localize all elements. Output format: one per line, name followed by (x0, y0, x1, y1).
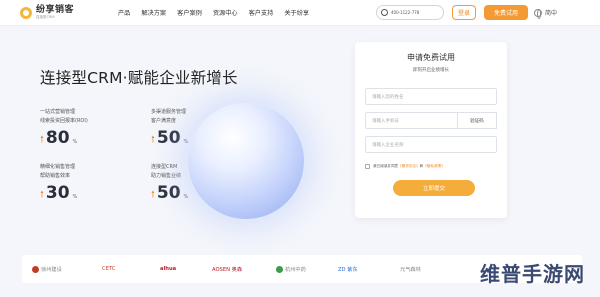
logo-slogan: 连接型CRM (36, 14, 55, 19)
stat-value: 30 (45, 183, 70, 203)
main-nav: 产品 解决方案 客户案例 资源中心 客户支持 关于纷享 (118, 8, 320, 17)
language-label: 简中 (545, 10, 558, 17)
stat-marketing: 一站式营销管理 线索投资回报率(ROI) 🠕 80 % (40, 108, 130, 147)
partner-name: ZD 紫东 (338, 266, 358, 273)
partner-logo: alhua (160, 266, 176, 272)
hero-title: 连接型CRM·赋能企业新增长 (40, 69, 238, 87)
get-code-button[interactable]: 验证码 (457, 112, 497, 129)
partner-logo: AOSEN 奥森 (212, 266, 242, 273)
top-header: 纷享销客 连接型CRM 产品 解决方案 客户案例 资源中心 客户支持 关于纷享 … (0, 0, 600, 26)
partner-name: 杭州中药 (285, 266, 306, 273)
free-trial-button[interactable]: 免费试用 (484, 5, 528, 20)
stat-unit: % (72, 139, 78, 145)
logo-name: 纷享销客 (36, 4, 75, 15)
trial-form: 申请免费试用 即刻开启业绩增长 请输入您的姓名 请输入手机号 验证码 请输入企业… (355, 42, 507, 218)
partner-mark-icon (276, 265, 283, 273)
stat-value: 50 (156, 183, 181, 203)
partner-name: AOSEN 奥森 (212, 266, 243, 273)
partner-logo: 徐州建设 (32, 265, 62, 273)
up-arrow-icon: 🠕 (40, 190, 44, 200)
partner-name: 徐州建设 (41, 266, 62, 273)
stat-line2: 帮助销售效率 (40, 173, 71, 179)
partner-name: 元气森林 (400, 266, 421, 273)
agree-prefix: 我已阅读并同意 (373, 164, 399, 168)
language-switch[interactable]: 简中 (534, 8, 558, 19)
company-input[interactable]: 请输入企业名称 (365, 136, 497, 153)
agree-checkbox[interactable] (365, 164, 370, 169)
phone-icon (381, 9, 388, 16)
partner-name: alhua (160, 266, 177, 272)
hero-sphere-graphic (188, 103, 304, 219)
stat-unit: % (183, 139, 189, 145)
nav-item-products[interactable]: 产品 (118, 8, 130, 17)
phone-input[interactable]: 请输入手机号 (365, 112, 458, 129)
stat-value: 50 (156, 128, 181, 148)
stat-unit: % (183, 194, 189, 200)
partner-logo: 杭州中药 (276, 265, 306, 273)
agreement-text: 我已阅读并同意《服务协议》和《隐私政策》 (373, 164, 445, 169)
stat-sales: 精细化销售管理 帮助销售效率 🠕 30 % (40, 163, 130, 202)
phone-hotline[interactable]: 400-1122-778 (376, 5, 444, 20)
partner-name: CETC (102, 266, 116, 272)
stat-line1: 精细化销售管理 (40, 164, 76, 170)
partner-logo: CETC (102, 266, 115, 272)
agreement-row: 我已阅读并同意《服务协议》和《隐私政策》 (365, 164, 445, 169)
stat-value: 80 (45, 128, 70, 148)
up-arrow-icon: 🠕 (151, 135, 155, 145)
form-title: 申请免费试用 (407, 53, 455, 62)
stat-unit: % (72, 194, 78, 200)
nav-item-about[interactable]: 关于纷享 (284, 8, 309, 17)
brand-logo[interactable]: 纷享销客 连接型CRM (20, 4, 90, 20)
login-button[interactable]: 登录 (452, 5, 476, 20)
up-arrow-icon: 🠕 (151, 190, 155, 200)
stat-line2: 线索投资回报率(ROI) (40, 118, 88, 124)
form-subtitle: 即刻开启业绩增长 (413, 68, 449, 73)
phone-number: 400-1122-778 (391, 10, 420, 15)
stat-line1: 一站式营销管理 (40, 109, 76, 115)
nav-item-solutions[interactable]: 解决方案 (141, 8, 166, 17)
service-agreement-link[interactable]: 《服务协议》 (398, 164, 420, 168)
nav-item-cases[interactable]: 客户案例 (177, 8, 202, 17)
name-input[interactable]: 请输入您的姓名 (365, 88, 497, 105)
nav-item-support[interactable]: 客户支持 (249, 8, 274, 17)
partner-logo: 元气森林 (400, 266, 421, 273)
site-watermark: 维普手游网 (480, 262, 585, 286)
partner-logo: ZD 紫东 (338, 266, 358, 273)
up-arrow-icon: 🠕 (40, 135, 44, 145)
partner-mark-icon (32, 265, 39, 273)
globe-icon (534, 8, 542, 19)
logo-icon (20, 6, 32, 19)
nav-item-resources[interactable]: 资源中心 (213, 8, 238, 17)
privacy-policy-link[interactable]: 《隐私政策》 (423, 164, 445, 168)
submit-button[interactable]: 立即提交 (393, 180, 475, 196)
